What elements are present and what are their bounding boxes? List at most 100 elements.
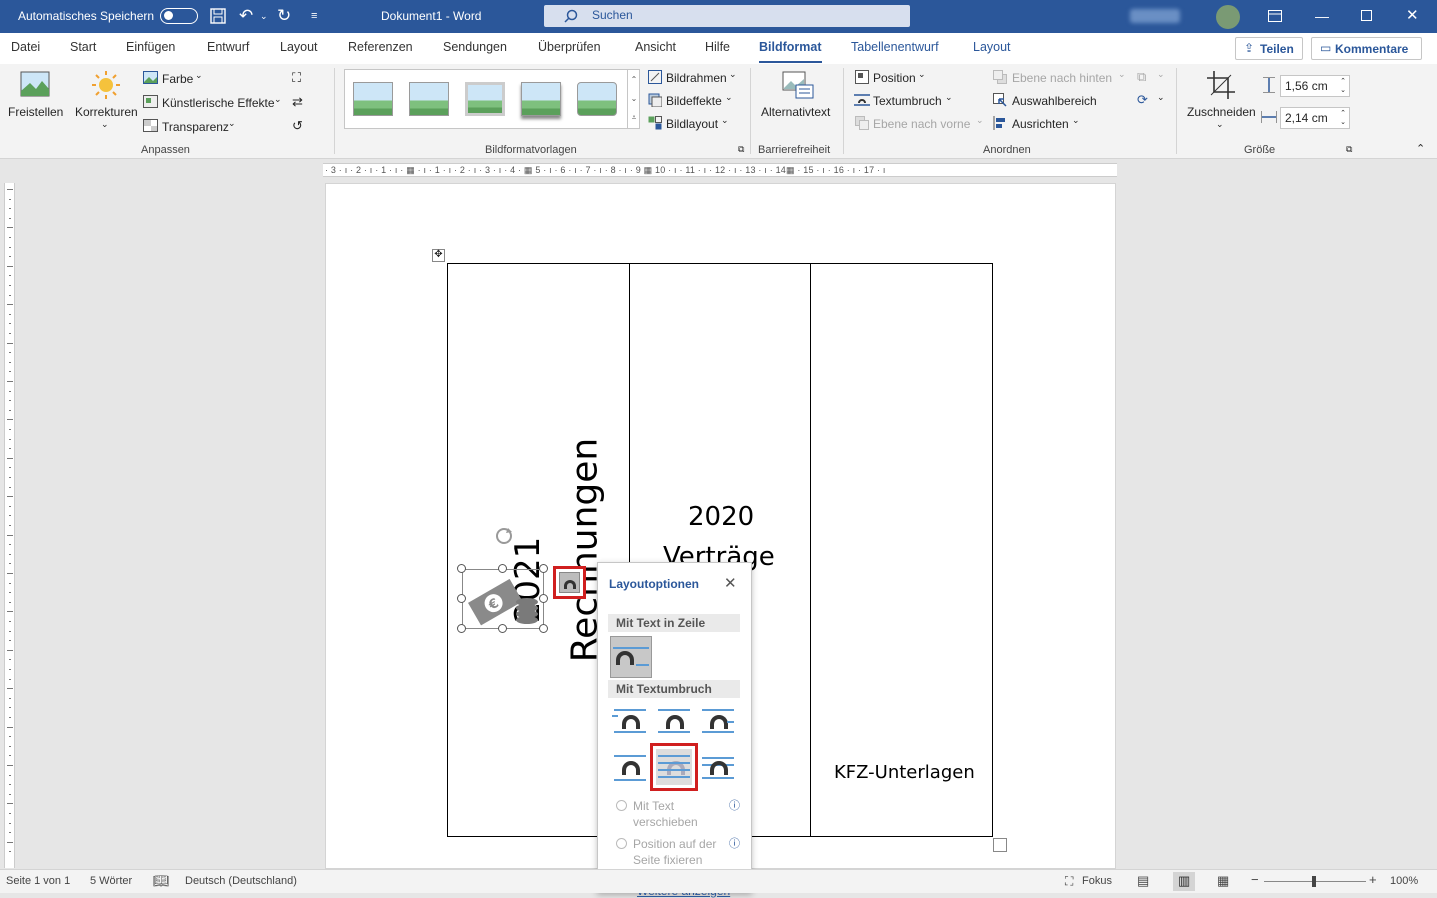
resize-handle[interactable]	[539, 624, 548, 633]
redo-icon[interactable]: ↻	[277, 0, 291, 33]
resize-handle[interactable]	[539, 564, 548, 573]
table-move-handle-icon[interactable]: ✥	[432, 249, 445, 262]
tab-referenzen[interactable]: Referenzen	[348, 40, 413, 54]
selected-picture[interactable]: €	[462, 569, 544, 629]
focus-icon[interactable]: ⛶	[1065, 874, 1073, 889]
undo-icon[interactable]: ↶	[239, 0, 253, 33]
bildeffekte-dropdown-icon[interactable]: ⌄	[725, 92, 733, 103]
zuschneiden-button[interactable]: Zuschneiden	[1187, 105, 1256, 119]
gallery-scroll[interactable]: ⌃ ⌄ ⩡	[627, 70, 640, 128]
ausrichten-button[interactable]: Ausrichten	[1012, 117, 1069, 131]
tab-start[interactable]: Start	[70, 40, 96, 54]
minimize-icon[interactable]: —	[1315, 0, 1329, 33]
picture-style-thumb[interactable]	[465, 82, 505, 116]
ausrichten-dropdown-icon[interactable]: ⌄	[1072, 115, 1080, 126]
popup-close-icon[interactable]: ✕	[724, 574, 737, 592]
move-with-text-radio[interactable]	[616, 800, 627, 811]
crop-icon[interactable]	[1207, 71, 1235, 99]
share-button[interactable]: ⇪ Teilen	[1235, 37, 1303, 60]
tab-entwurf[interactable]: Entwurf	[207, 40, 249, 54]
picture-style-thumb[interactable]	[409, 82, 449, 116]
avatar[interactable]	[1216, 5, 1240, 29]
fix-position-label[interactable]: Position auf der Seite fixieren	[633, 836, 728, 868]
move-with-text-label[interactable]: Mit Text verschieben	[633, 798, 708, 830]
zoom-slider-thumb[interactable]	[1312, 876, 1316, 887]
height-field[interactable]: 1,56 cm ⌃ ⌄	[1280, 75, 1350, 97]
zoom-level[interactable]: 100%	[1390, 875, 1418, 887]
auswahlbereich-button[interactable]: Auswahlbereich	[1012, 94, 1097, 108]
bildlayout-button[interactable]: Bildlayout	[666, 117, 718, 131]
customize-toolbar-icon[interactable]: ≡	[311, 0, 317, 33]
tab-ueberpruefen[interactable]: Überprüfen	[538, 40, 601, 54]
tab-layout[interactable]: Layout	[280, 40, 318, 54]
user-name-blurred[interactable]	[1130, 9, 1180, 23]
collapse-ribbon-icon[interactable]: ⌃	[1416, 142, 1425, 155]
rotate-icon[interactable]: ⟳	[1137, 92, 1148, 108]
ribbon-display-icon[interactable]	[1268, 10, 1282, 22]
resize-handle[interactable]	[457, 564, 466, 573]
info-icon[interactable]: ⓘ	[729, 797, 740, 813]
wrap-in-front-option[interactable]	[700, 753, 736, 783]
tab-hilfe[interactable]: Hilfe	[705, 40, 730, 54]
corrections-icon[interactable]	[92, 71, 120, 99]
size-dialog-launcher-icon[interactable]: ⧉	[1346, 144, 1352, 155]
resize-handle[interactable]	[498, 624, 507, 633]
table-resize-handle[interactable]	[993, 838, 1007, 852]
rotate-dropdown-icon[interactable]: ⌄	[1157, 92, 1165, 103]
layout-options-button[interactable]	[553, 566, 586, 599]
tab-table-layout[interactable]: Layout	[973, 40, 1011, 54]
alt-text-icon[interactable]	[782, 71, 814, 99]
ebene-nach-vorne-button[interactable]: Ebene nach vorne	[873, 117, 970, 131]
bildlayout-dropdown-icon[interactable]: ⌄	[721, 115, 729, 126]
picture-styles-gallery[interactable]: ⌃ ⌄ ⩡	[344, 69, 640, 129]
textumbruch-dropdown-icon[interactable]: ⌄	[945, 92, 953, 103]
picture-style-thumb[interactable]	[353, 82, 393, 116]
alternativtext-button[interactable]: Alternativtext	[761, 105, 830, 119]
resize-handle[interactable]	[457, 594, 466, 603]
close-icon[interactable]: ✕	[1406, 0, 1419, 33]
tab-datei[interactable]: Datei	[11, 40, 40, 54]
wrap-inline-option[interactable]	[610, 636, 652, 678]
effects-dropdown-icon[interactable]: ⌄	[274, 94, 282, 105]
resize-handle[interactable]	[498, 564, 507, 573]
farbe-button[interactable]: Farbe	[162, 72, 193, 86]
autosave-toggle[interactable]	[160, 8, 198, 24]
search-box[interactable]: Suchen	[544, 5, 910, 27]
freistellen-button[interactable]: Freistellen	[8, 105, 63, 119]
wrap-square-option[interactable]	[612, 707, 648, 737]
group-dropdown-icon[interactable]: ⌄	[1157, 69, 1165, 80]
textumbruch-button[interactable]: Textumbruch	[873, 94, 942, 108]
word-count[interactable]: 5 Wörter	[90, 875, 132, 887]
korrekturen-button[interactable]: Korrekturen	[75, 105, 138, 119]
rotate-handle-icon[interactable]	[492, 524, 516, 548]
zoom-out-icon[interactable]: −	[1251, 872, 1259, 887]
compress-pictures-icon[interactable]: ⛶	[292, 70, 301, 86]
horizontal-ruler[interactable]: · 3 · ı · 2 · ı · 1 · ı · ▦ · ı · 1 · ı …	[323, 163, 1117, 177]
page-count[interactable]: Seite 1 von 1	[6, 875, 70, 887]
tab-bildformat[interactable]: Bildformat	[759, 40, 822, 63]
wrap-top-bottom-option[interactable]	[612, 753, 648, 783]
change-picture-icon[interactable]: ⇄	[292, 94, 303, 110]
fix-position-radio[interactable]	[616, 838, 627, 849]
print-layout-button[interactable]: ▥	[1173, 872, 1195, 891]
tab-einfuegen[interactable]: Einfügen	[126, 40, 175, 54]
korrekturen-dropdown-icon[interactable]: ⌄	[101, 119, 109, 130]
bildrahmen-dropdown-icon[interactable]: ⌄	[729, 69, 737, 80]
bildrahmen-button[interactable]: Bildrahmen	[666, 71, 727, 85]
resize-handle[interactable]	[457, 624, 466, 633]
wrap-tight-option[interactable]	[656, 707, 692, 737]
transparenz-button[interactable]: Transparenz	[162, 120, 229, 134]
vertical-ruler[interactable]	[4, 183, 15, 868]
kuenstlerische-effekte-button[interactable]: Künstlerische Effekte	[162, 96, 275, 110]
ebene-hinten-dropdown-icon[interactable]: ⌄	[1118, 69, 1126, 80]
language-label[interactable]: Deutsch (Deutschland)	[185, 875, 297, 887]
wrap-through-option[interactable]	[700, 707, 736, 737]
read-mode-icon[interactable]: ▤	[1137, 873, 1149, 889]
undo-dropdown-icon[interactable]: ⌄	[260, 0, 268, 33]
ebene-vorne-dropdown-icon[interactable]: ⌄	[976, 115, 984, 126]
table-cell-3[interactable]	[810, 263, 993, 837]
tab-ansicht[interactable]: Ansicht	[635, 40, 676, 54]
focus-button[interactable]: Fokus	[1082, 875, 1112, 887]
tab-tabellenentwurf[interactable]: Tabellenentwurf	[851, 40, 939, 54]
picture-style-thumb[interactable]	[577, 82, 617, 116]
